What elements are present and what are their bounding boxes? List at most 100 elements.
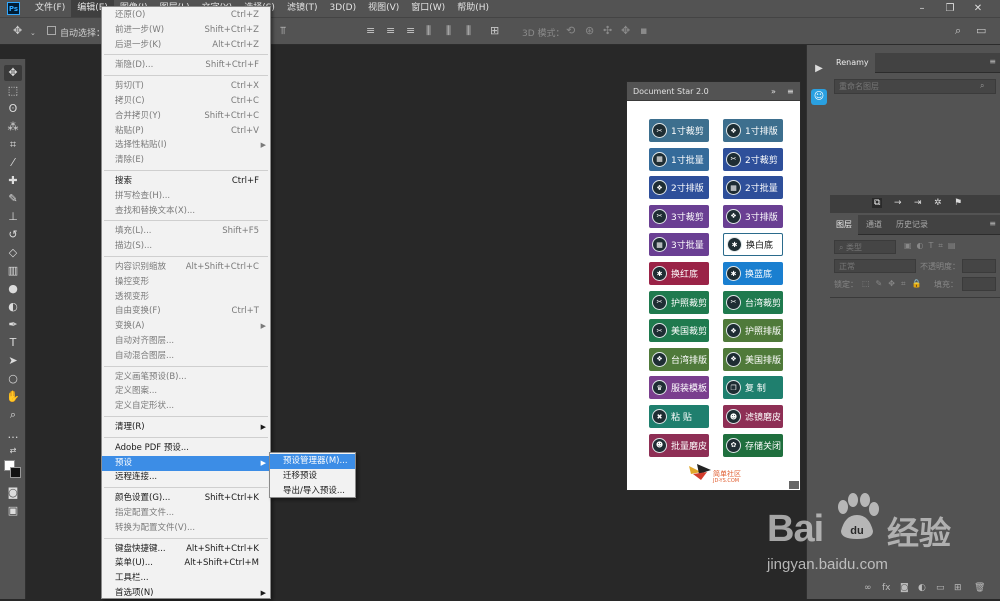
plugin-button[interactable]: ❖ 2寸排版 xyxy=(649,176,709,200)
edit-menu-item[interactable]: Adobe PDF 预设... xyxy=(102,441,270,456)
plugin-button[interactable]: ✱ 换白底 xyxy=(723,233,783,257)
edit-menu-item[interactable]: 清理(R) ▶ xyxy=(102,420,270,435)
plugin-button[interactable]: ❖ 护照排版 xyxy=(723,319,783,343)
plugin-button[interactable]: ☻ 批量磨皮 xyxy=(649,433,709,457)
export-icon[interactable]: ⇥ xyxy=(914,198,922,208)
edit-menu-item[interactable]: 预设 ▶ xyxy=(102,455,270,471)
plugin-button[interactable]: ✱ 换蓝底 xyxy=(723,262,783,285)
menu-filter[interactable]: 滤镜(T) xyxy=(281,0,324,17)
play-icon[interactable]: ▶ xyxy=(811,61,827,77)
resize-handle[interactable] xyxy=(789,481,799,489)
gear-icon[interactable]: ✲ xyxy=(934,198,942,208)
layer-kind-filter[interactable]: ⌕ 类型 xyxy=(834,240,896,254)
panel-menu-icon[interactable]: ≡ xyxy=(787,82,794,101)
healing-brush-tool-icon[interactable]: ✚ xyxy=(4,173,22,189)
restore-icon[interactable]: ❐ xyxy=(940,0,960,17)
edit-menu-item[interactable]: 菜单(U)... Alt+Shift+Ctrl+M xyxy=(102,556,270,571)
menu-file[interactable]: 文件(F) xyxy=(29,0,71,17)
plugin-button[interactable]: ✂ 3寸裁剪 xyxy=(649,204,709,228)
auto-align-icon[interactable]: ⊞ xyxy=(490,24,499,38)
edit-menu-item[interactable]: 工具栏... xyxy=(102,571,270,586)
plugin-button[interactable]: ▦ 2寸批量 xyxy=(723,176,783,200)
plugin-button[interactable]: ✂ 美国裁剪 xyxy=(649,319,709,343)
plugin-button[interactable]: ✖ 粘 贴 xyxy=(649,405,709,428)
panel-menu-icon[interactable]: ≡ xyxy=(989,57,996,66)
3d-roll-icon[interactable]: ⊛ xyxy=(585,24,594,38)
collapse-icon[interactable]: » xyxy=(771,82,776,101)
stamp-tool-icon[interactable]: ⊥ xyxy=(4,209,22,225)
menu-view[interactable]: 视图(V) xyxy=(362,0,405,17)
background-color-swatch[interactable] xyxy=(10,467,21,478)
close-icon[interactable]: ✕ xyxy=(968,0,988,17)
hand-tool-icon[interactable]: ✋ xyxy=(4,389,22,405)
shape-tool-icon[interactable]: ○ xyxy=(4,371,22,387)
magic-wand-tool-icon[interactable]: ⁂ xyxy=(4,119,22,135)
search-icon[interactable]: ⌕ xyxy=(980,81,984,91)
edit-menu-item[interactable]: 远程连接... xyxy=(102,470,270,485)
marquee-tool-icon[interactable]: ⬚ xyxy=(4,83,22,99)
minimize-icon[interactable]: – xyxy=(912,0,932,17)
opacity-field[interactable] xyxy=(962,259,996,273)
arrow-icon[interactable]: → xyxy=(894,198,902,208)
chevron-down-icon[interactable]: ⌄ xyxy=(30,26,36,40)
path-selection-tool-icon[interactable]: ➤ xyxy=(4,353,22,369)
move-tool-icon[interactable]: ✥ xyxy=(13,24,22,38)
menu-window[interactable]: 窗口(W) xyxy=(405,0,451,17)
plugin-button[interactable]: ✱ 换红底 xyxy=(649,262,709,285)
plugin-button[interactable]: ❖ 3寸排版 xyxy=(723,204,783,228)
fill-field[interactable] xyxy=(962,277,996,291)
dodge-tool-icon[interactable]: ◐ xyxy=(4,299,22,315)
auto-select-checkbox[interactable] xyxy=(47,26,56,35)
crop-tool-icon[interactable]: ⌗ xyxy=(4,137,22,153)
distribute-hcenter-icon[interactable]: ⫼ xyxy=(446,24,451,38)
plugin-button[interactable]: ♛ 服装模板 xyxy=(649,376,709,400)
brush-tool-icon[interactable]: ✎ xyxy=(4,191,22,207)
pen-tool-icon[interactable]: ✒ xyxy=(4,317,22,333)
distribute-left-icon[interactable]: ⫼ xyxy=(426,24,431,38)
panel-menu-icon[interactable]: ≡ xyxy=(989,219,996,228)
flag-icon[interactable]: ⚑ xyxy=(954,198,962,208)
workspace-icon[interactable]: ▭ xyxy=(976,24,986,38)
adjust-icon[interactable]: ⧉ xyxy=(872,198,883,208)
3d-drag-icon[interactable]: ✣ xyxy=(603,24,612,38)
plugin-button[interactable]: ✂ 台湾裁剪 xyxy=(723,290,783,314)
tab-layers[interactable]: 图层 xyxy=(830,215,858,235)
3d-rotate-icon[interactable]: ⟲ xyxy=(566,24,575,38)
preset-submenu-item[interactable]: 导出/导入预设... xyxy=(270,484,355,499)
type-tool-icon[interactable]: T xyxy=(4,335,22,351)
filter-icons[interactable]: ▣◐T⌗▤ xyxy=(904,241,961,251)
tab-history[interactable]: 历史记录 xyxy=(890,215,934,235)
plugin-button[interactable]: ✂ 1寸裁剪 xyxy=(649,119,709,142)
plugin-button[interactable]: ❖ 台湾排版 xyxy=(649,347,709,371)
search-icon[interactable]: ⌕ xyxy=(955,24,961,38)
more-tools-icon[interactable]: … xyxy=(4,427,22,443)
swap-colors-icon[interactable]: ⇄ xyxy=(4,443,22,459)
plugin-button[interactable]: ✂ 2寸裁剪 xyxy=(723,147,783,171)
plugin-button[interactable]: ❐ 复 制 xyxy=(723,376,783,400)
plugin-button[interactable]: ✂ 护照裁剪 xyxy=(649,290,709,314)
screen-mode-icon[interactable]: ▣ xyxy=(4,503,22,519)
tab-channels[interactable]: 通道 xyxy=(860,215,888,235)
plugin-button[interactable]: ☻ 滤镜磨皮 xyxy=(723,405,783,428)
distribute-top-icon[interactable]: ≡ xyxy=(366,24,375,38)
gradient-tool-icon[interactable]: ▥ xyxy=(4,263,22,279)
quick-mask-icon[interactable]: ◙ xyxy=(4,485,22,501)
3d-slide-icon[interactable]: ✥ xyxy=(621,24,630,38)
eraser-tool-icon[interactable]: ◇ xyxy=(4,245,22,261)
menu-help[interactable]: 帮助(H) xyxy=(451,0,495,17)
tab-renamy[interactable]: Renamy xyxy=(830,53,875,73)
blur-tool-icon[interactable]: ● xyxy=(4,281,22,297)
distribute-right-icon[interactable]: ⫼ xyxy=(466,24,471,38)
3d-scale-icon[interactable]: ▪ xyxy=(640,24,647,38)
plugin-button[interactable]: ▦ 3寸批量 xyxy=(649,233,709,257)
edit-menu-item[interactable]: 颜色设置(G)... Shift+Ctrl+K xyxy=(102,491,270,506)
plugin-button[interactable]: ▦ 1寸批量 xyxy=(649,147,709,171)
plugin-icon[interactable]: ☺ xyxy=(811,89,827,105)
zoom-tool-icon[interactable]: ⌕ xyxy=(4,407,22,423)
edit-menu-item[interactable]: 搜索 Ctrl+F xyxy=(102,174,270,189)
eyedropper-tool-icon[interactable]: ⁄ xyxy=(4,155,22,171)
plugin-button[interactable]: ✿ 存储关闭 xyxy=(723,433,783,457)
lock-icons[interactable]: ⬚✎✥⌗🔒 xyxy=(862,279,927,289)
plugin-button[interactable]: ❖ 1寸排版 xyxy=(723,119,783,142)
move-tool-icon[interactable]: ✥ xyxy=(4,65,22,81)
